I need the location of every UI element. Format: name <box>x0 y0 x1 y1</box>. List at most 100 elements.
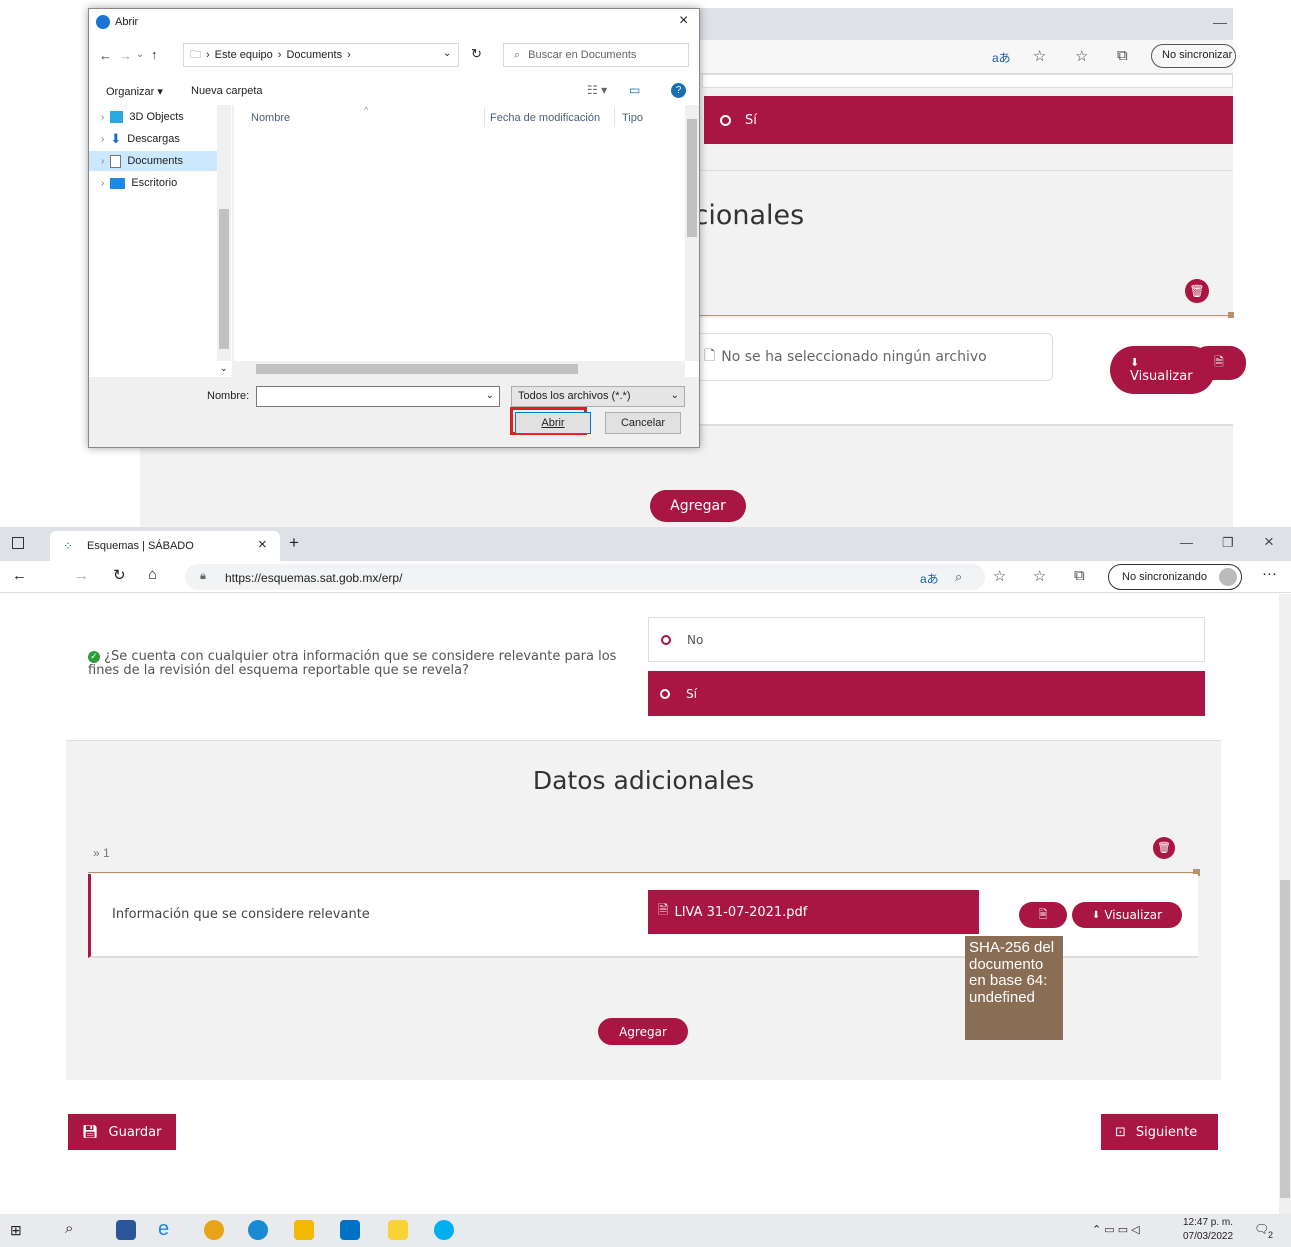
delete-icon[interactable]: 🗑 <box>1185 279 1209 303</box>
breadcrumb-item-documents[interactable]: Documents <box>286 49 342 61</box>
tray-icons[interactable]: ⌃ ▭ ▭ ◁ <box>1092 1223 1140 1236</box>
download-file-icon: ⬇ <box>1091 909 1101 921</box>
file-input[interactable]: 🗋 No se ha seleccionado ningún archivo <box>695 333 1053 381</box>
favorite-add-icon[interactable]: ☆ <box>993 567 1006 585</box>
read-aloud-icon[interactable]: aあ <box>992 49 1011 66</box>
file-selected-box[interactable]: 🗎 LIVA 31-07-2021.pdf <box>648 890 979 934</box>
list-scroll-thumb[interactable] <box>687 119 697 237</box>
collections-icon[interactable]: ⧉ <box>1117 47 1128 64</box>
back-icon[interactable]: ← <box>12 567 27 584</box>
favorite-add-icon[interactable]: ☆ <box>1033 47 1046 65</box>
expand-icon[interactable]: › <box>101 112 104 123</box>
column-divider[interactable] <box>614 107 615 127</box>
new-folder-button[interactable]: Nueva carpeta <box>191 85 263 97</box>
favorites-icon[interactable]: ☆ <box>1033 567 1046 585</box>
close-icon[interactable]: × <box>679 12 688 30</box>
option-no-row[interactable] <box>702 74 1233 88</box>
view-options-icon[interactable]: ☷ ▾ <box>587 83 607 97</box>
tree-item-escritorio[interactable]: › Escritorio <box>101 173 177 193</box>
tree-scroll-thumb[interactable] <box>219 209 229 349</box>
guardar-button[interactable]: 💾︎ Guardar <box>68 1114 176 1150</box>
close-tab-icon[interactable]: × <box>258 536 267 553</box>
file-explorer-icon[interactable] <box>294 1220 314 1240</box>
column-header-name[interactable]: Nombre <box>251 112 290 124</box>
delete-icon[interactable]: 🗑 <box>1153 837 1175 859</box>
list-horizontal-scrollbar[interactable] <box>234 361 685 377</box>
refresh-icon[interactable]: ↻ <box>471 46 482 62</box>
clock-time[interactable]: 12:47 p. m. <box>1183 1217 1233 1228</box>
favorites-icon[interactable]: ☆ <box>1075 47 1088 65</box>
hash-button[interactable]: 🗎 <box>1019 902 1067 928</box>
sync-button[interactable]: No sincronizar <box>1151 44 1236 68</box>
up-icon[interactable]: ↑ <box>151 47 158 62</box>
url-bar[interactable]: 🔒︎ https://esquemas.sat.gob.mx/erp/ aあ ⌕ <box>185 564 985 590</box>
home-icon[interactable]: ⌂ <box>148 566 157 583</box>
filename-input[interactable]: ⌄ <box>256 386 500 407</box>
chrome-icon[interactable] <box>204 1220 224 1240</box>
minimize-icon[interactable]: — <box>1213 14 1227 30</box>
internet-explorer-icon[interactable]: e <box>158 1219 178 1240</box>
tree-item-3d-objects[interactable]: › 3D Objects <box>101 107 184 127</box>
tree-scroll-down-icon[interactable]: ⌄ <box>220 363 228 374</box>
list-vertical-scrollbar[interactable] <box>685 105 699 361</box>
tab-actions-icon[interactable] <box>12 537 24 549</box>
outlook-icon[interactable] <box>340 1220 360 1240</box>
agregar-label: Agregar <box>670 498 726 514</box>
page-scrollbar[interactable] <box>1279 594 1291 1214</box>
tab-esquemas[interactable]: ⁘ Esquemas | SÁBADO × <box>50 531 280 561</box>
option-si-row[interactable]: Sí <box>704 96 1233 144</box>
breadcrumb[interactable]: 🗀 › Este equipo › Documents › <box>183 43 459 67</box>
minimize-icon[interactable]: — <box>1180 535 1193 550</box>
notifications-icon[interactable]: 🗨 <box>1254 1222 1269 1236</box>
restore-icon[interactable]: ❐ <box>1222 535 1234 551</box>
tree-scrollbar[interactable] <box>217 105 231 361</box>
recent-chevron-icon[interactable]: ⌄ <box>136 49 144 60</box>
skype-icon[interactable] <box>434 1220 454 1240</box>
column-header-date[interactable]: Fecha de modificación <box>490 112 600 124</box>
visualizar-button[interactable]: ⬇ Visualizar <box>1110 346 1215 394</box>
back-icon[interactable]: ← <box>99 48 112 63</box>
file-type-select[interactable]: Todos los archivos (*.*) ⌄ <box>511 386 685 407</box>
option-si-label: Sí <box>745 112 757 128</box>
help-icon[interactable]: ? <box>671 83 686 98</box>
tree-item-documents[interactable]: › Documents <box>89 151 217 171</box>
expand-icon[interactable]: › <box>101 134 104 145</box>
agregar-button[interactable]: Agregar <box>598 1018 688 1045</box>
option-no[interactable]: No <box>648 617 1205 662</box>
zoom-icon[interactable]: ⌕ <box>955 569 962 585</box>
forward-icon[interactable]: → <box>74 567 89 584</box>
sticky-notes-icon[interactable] <box>388 1220 408 1240</box>
option-si[interactable]: Sí <box>648 671 1205 716</box>
sync-button[interactable]: No sincronizando <box>1108 564 1242 590</box>
visualizar-button[interactable]: ⬇ Visualizar <box>1072 902 1182 928</box>
column-header-type[interactable]: Tipo <box>622 112 643 124</box>
list-hscroll-thumb[interactable] <box>256 364 578 374</box>
open-button[interactable]: Abrir <box>515 412 591 434</box>
search-icon[interactable]: ⌕ <box>65 1220 73 1237</box>
cancel-button[interactable]: Cancelar <box>605 412 681 434</box>
edge-icon[interactable] <box>248 1220 268 1240</box>
forward-icon[interactable]: → <box>119 48 132 63</box>
collections-icon[interactable]: ⧉ <box>1074 567 1085 584</box>
expand-icon[interactable]: › <box>101 156 104 167</box>
windows-start-icon[interactable]: ⊞ <box>10 1222 22 1239</box>
preview-pane-icon[interactable]: ▭ <box>629 83 640 97</box>
more-icon[interactable]: ··· <box>1262 565 1277 582</box>
read-aloud-icon[interactable]: aあ <box>920 570 939 587</box>
siguiente-button[interactable]: ⊡ Siguiente <box>1101 1114 1218 1150</box>
tree-item-descargas[interactable]: › ⬇ Descargas <box>101 129 180 149</box>
agregar-button[interactable]: Agregar <box>650 490 746 522</box>
page-scroll-thumb[interactable] <box>1280 880 1290 1198</box>
clock-date[interactable]: 07/03/2022 <box>1183 1231 1233 1242</box>
refresh-icon[interactable]: ↻ <box>113 566 126 584</box>
close-icon[interactable]: × <box>1264 532 1274 552</box>
column-divider[interactable] <box>484 107 485 127</box>
search-input[interactable]: ⌕ Buscar en Documents <box>503 43 689 67</box>
breadcrumb-item-este-equipo[interactable]: Este equipo <box>215 49 273 61</box>
expand-icon[interactable]: › <box>101 178 104 189</box>
new-tab-icon[interactable]: + <box>289 533 299 553</box>
filename-dropdown-icon[interactable]: ⌄ <box>486 390 494 401</box>
word-icon[interactable] <box>116 1220 136 1240</box>
organize-button[interactable]: Organizar ▾ <box>106 85 163 98</box>
breadcrumb-dropdown-icon[interactable]: ⌄ <box>443 48 451 59</box>
